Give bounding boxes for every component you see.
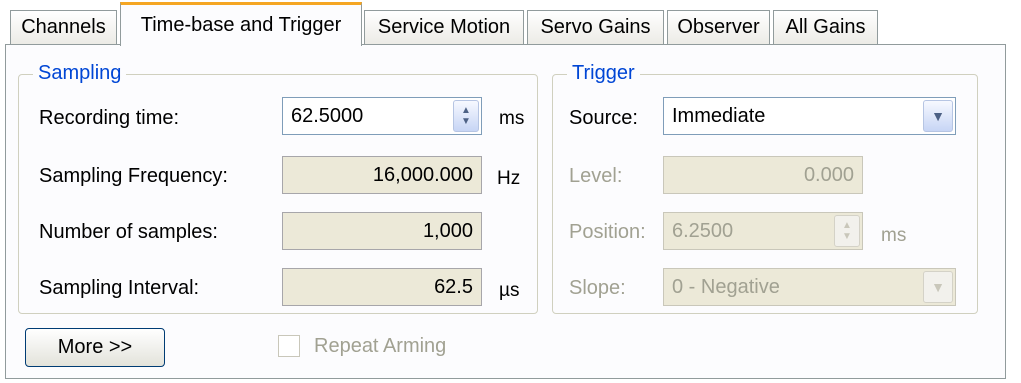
recording-time-input[interactable]: 62.5000 ▲ ▼ [282, 97, 482, 135]
more-button-label: More >> [57, 336, 133, 358]
position-value: 6.2500 [672, 219, 734, 242]
sampling-interval-unit: µs [499, 280, 520, 301]
sampling-group: Sampling Recording time: 62.5000 ▲ ▼ ms S… [18, 62, 538, 314]
sampling-interval-field: 62.5 [282, 268, 482, 306]
chevron-down-icon: ▼ [923, 271, 953, 303]
recording-time-unit: ms [499, 108, 525, 129]
trigger-group: Trigger Source: Immediate ▼ Level: 0.000… [552, 62, 978, 314]
tab-servo-gains[interactable]: Servo Gains [527, 10, 664, 44]
tab-panel: Sampling Recording time: 62.5000 ▲ ▼ ms S… [5, 44, 1006, 379]
recording-time-label: Recording time: [39, 107, 180, 129]
repeat-arming-checkbox[interactable] [278, 335, 300, 357]
sampling-interval-value: 62.5 [434, 275, 473, 298]
sampling-frequency-unit: Hz [497, 168, 521, 189]
repeat-arming-label: Repeat Arming [314, 335, 447, 357]
tab-label: Service Motion [377, 16, 511, 38]
level-field: 0.000 [663, 156, 863, 194]
tab-observer[interactable]: Observer [667, 10, 770, 44]
tab-label: Time-base and Trigger [140, 14, 342, 36]
number-of-samples-field: 1,000 [282, 212, 482, 250]
tab-label: All Gains [785, 16, 866, 38]
slope-dropdown: 0 - Negative ▼ [663, 268, 956, 306]
tab-channels[interactable]: Channels [10, 10, 117, 44]
tab-label: Observer [677, 16, 760, 38]
tab-service-motion[interactable]: Service Motion [364, 10, 524, 44]
recording-time-value: 62.5000 [291, 104, 364, 127]
more-button[interactable]: More >> [25, 328, 165, 367]
level-value: 0.000 [803, 163, 854, 186]
position-input: 6.2500 ▲ ▼ [663, 212, 863, 250]
sampling-frequency-label: Sampling Frequency: [39, 165, 228, 187]
spin-up-down-icon: ▲ ▼ [834, 215, 860, 247]
tab-label: Channels [21, 16, 106, 38]
source-value: Immediate [672, 104, 766, 127]
tab-time-base-and-trigger[interactable]: Time-base and Trigger [120, 2, 362, 46]
trigger-group-title: Trigger [567, 62, 640, 85]
sampling-group-title: Sampling [33, 62, 127, 85]
number-of-samples-value: 1,000 [422, 219, 473, 242]
chevron-down-icon[interactable]: ▼ [923, 100, 953, 132]
source-label: Source: [569, 107, 638, 129]
sampling-frequency-value: 16,000.000 [372, 163, 473, 186]
source-dropdown[interactable]: Immediate ▼ [663, 97, 956, 135]
spin-up-down-icon[interactable]: ▲ ▼ [453, 100, 479, 132]
sampling-frequency-field: 16,000.000 [282, 156, 482, 194]
level-label: Level: [569, 165, 623, 187]
number-of-samples-label: Number of samples: [39, 221, 218, 243]
sampling-interval-label: Sampling Interval: [39, 277, 200, 299]
tab-label: Servo Gains [540, 16, 651, 38]
position-label: Position: [569, 221, 646, 243]
position-unit: ms [881, 225, 907, 246]
tab-all-gains[interactable]: All Gains [773, 10, 878, 44]
slope-label: Slope: [569, 277, 626, 299]
tab-strip: Channels Time-base and Trigger Service M… [0, 0, 1021, 46]
slope-value: 0 - Negative [672, 275, 780, 298]
